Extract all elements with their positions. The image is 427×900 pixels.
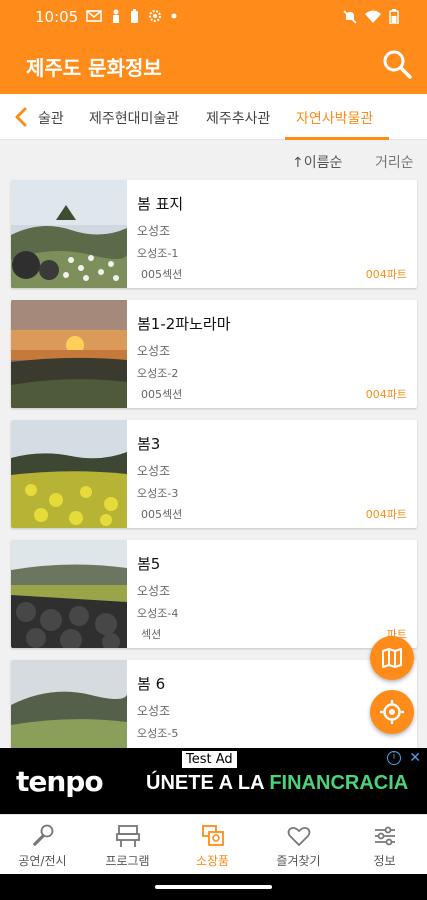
status-system-icons bbox=[343, 9, 399, 24]
collection-list: ↑이름순 거리순 봄 표지 오성조 오성조-1 005섹션 004파트 봄1-2… bbox=[0, 140, 427, 748]
microphone-icon bbox=[32, 824, 54, 847]
battery-small-icon bbox=[131, 9, 138, 23]
nav-label: 공연/전시 bbox=[18, 854, 67, 868]
sort-by-distance[interactable]: 거리순 bbox=[375, 152, 414, 172]
system-nav-bar bbox=[0, 874, 427, 900]
item-author: 오성조 bbox=[137, 464, 171, 478]
museum-tabs: 술관 제주현대미술관 제주추사관 자연사박물관 bbox=[0, 94, 427, 140]
heart-icon bbox=[287, 826, 311, 846]
battery-icon bbox=[389, 9, 399, 24]
item-author: 오성조 bbox=[137, 224, 171, 238]
item-code: 오성조-4 bbox=[137, 607, 179, 620]
list-item[interactable]: 봄5 오성조 오성조-4 섹션 파트 bbox=[11, 540, 417, 648]
item-part: 004파트 bbox=[365, 388, 407, 401]
status-bar: 10:05 bbox=[0, 0, 427, 34]
nav-program[interactable]: 프로그램 bbox=[85, 815, 170, 875]
gear-icon bbox=[149, 10, 161, 22]
person-icon bbox=[113, 9, 119, 23]
map-button[interactable] bbox=[370, 636, 414, 680]
item-section: 005섹션 bbox=[141, 268, 183, 281]
nav-label: 프로그램 bbox=[105, 854, 150, 868]
wifi-icon bbox=[365, 10, 381, 23]
tab-jeju-chusa[interactable]: 제주추사관 bbox=[206, 108, 270, 128]
item-section: 섹션 bbox=[141, 628, 162, 641]
item-thumbnail bbox=[11, 420, 127, 528]
nav-performance[interactable]: 공연/전시 bbox=[0, 815, 85, 875]
nav-label: 즐겨찾기 bbox=[276, 854, 321, 868]
dot-icon bbox=[171, 13, 177, 19]
tab-museum-partial[interactable]: 술관 bbox=[38, 108, 64, 128]
item-thumbnail bbox=[11, 660, 127, 748]
app-bar: 제주도 문화정보 bbox=[0, 34, 427, 94]
ad-slogan: ÚNETE A LA FINANCRACIA bbox=[146, 772, 408, 795]
test-ad-label: Test Ad bbox=[182, 751, 237, 768]
item-title: 봄 표지 bbox=[137, 195, 184, 213]
settings-sliders-icon bbox=[375, 826, 395, 846]
tab-jeju-modern-art[interactable]: 제주현대미술관 bbox=[89, 108, 179, 128]
list-item[interactable]: 봄1-2파노라마 오성조 오성조-2 005섹션 004파트 bbox=[11, 300, 417, 408]
program-icon bbox=[116, 825, 140, 847]
item-author: 오성조 bbox=[137, 584, 171, 598]
item-title: 봄3 bbox=[137, 435, 161, 453]
sort-by-name[interactable]: ↑이름순 bbox=[292, 152, 342, 172]
ad-slogan-green: FINANCRACIA bbox=[269, 772, 409, 794]
item-section: 005섹션 bbox=[141, 508, 183, 521]
map-icon bbox=[382, 648, 402, 668]
item-author: 오성조 bbox=[137, 344, 171, 358]
item-code: 오성조-1 bbox=[137, 247, 179, 260]
nav-collection[interactable]: 소장품 bbox=[170, 815, 255, 875]
item-code: 오성조-5 bbox=[137, 727, 179, 740]
crosshair-icon bbox=[380, 700, 404, 724]
item-thumbnail bbox=[11, 180, 127, 288]
item-code: 오성조-2 bbox=[137, 367, 179, 380]
item-title: 봄5 bbox=[137, 555, 161, 573]
item-section: 005섹션 bbox=[141, 388, 183, 401]
mute-icon bbox=[343, 9, 357, 24]
ad-info-icon[interactable]: i bbox=[387, 751, 401, 765]
nav-favorites[interactable]: 즐겨찾기 bbox=[256, 815, 341, 875]
item-title: 봄1-2파노라마 bbox=[137, 315, 231, 333]
list-item[interactable]: 봄3 오성조 오성조-3 005섹션 004파트 bbox=[11, 420, 417, 528]
item-thumbnail bbox=[11, 540, 127, 648]
sort-bar: ↑이름순 거리순 bbox=[0, 152, 427, 172]
chevron-left-icon[interactable] bbox=[12, 106, 30, 128]
item-thumbnail bbox=[11, 300, 127, 408]
item-author: 오성조 bbox=[137, 704, 171, 718]
status-time: 10:05 bbox=[35, 8, 79, 26]
app-title: 제주도 문화정보 bbox=[26, 56, 162, 80]
search-icon[interactable] bbox=[381, 48, 413, 80]
list-item[interactable]: 봄 6 오성조 오성조-5 bbox=[11, 660, 417, 748]
mail-icon bbox=[86, 10, 102, 22]
nav-info[interactable]: 정보 bbox=[342, 815, 427, 875]
ad-slogan-white: ÚNETE A LA bbox=[146, 772, 270, 794]
nav-label: 정보 bbox=[373, 854, 396, 868]
nav-label: 소장품 bbox=[195, 854, 230, 868]
item-code: 오성조-3 bbox=[137, 487, 179, 500]
ad-banner[interactable]: Test Ad tenpo ÚNETE A LA FINANCRACIA i ✕ bbox=[0, 748, 427, 814]
status-notification-icons bbox=[86, 9, 177, 23]
tab-natural-history[interactable]: 자연사박물관 bbox=[296, 108, 373, 128]
collection-icon bbox=[202, 825, 224, 846]
item-part: 004파트 bbox=[365, 508, 407, 521]
bottom-nav: 공연/전시 프로그램 소장품 즐겨찾기 정보 bbox=[0, 814, 427, 874]
list-item[interactable]: 봄 표지 오성조 오성조-1 005섹션 004파트 bbox=[11, 180, 417, 288]
ad-brand-logo: tenpo bbox=[16, 765, 104, 798]
item-part: 004파트 bbox=[365, 268, 407, 281]
item-title: 봄 6 bbox=[137, 675, 166, 693]
my-location-button[interactable] bbox=[370, 690, 414, 734]
home-gesture-bar[interactable] bbox=[155, 885, 272, 889]
ad-close-icon[interactable]: ✕ bbox=[409, 750, 421, 766]
